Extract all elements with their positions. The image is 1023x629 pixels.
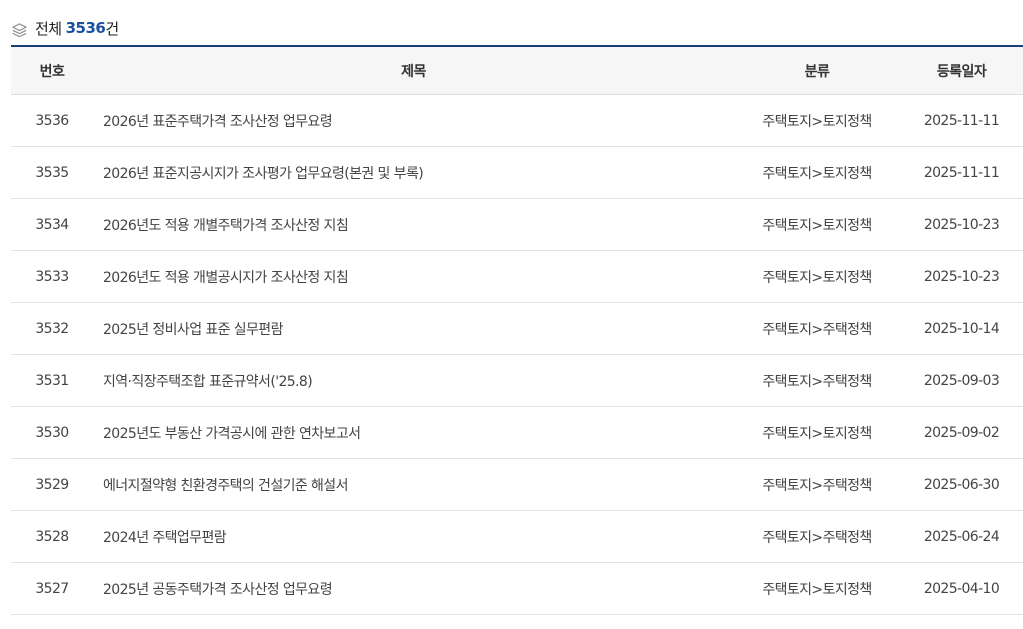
row-title-cell: 2025년도 부동산 가격공시에 관한 연차보고서: [93, 406, 734, 459]
table-header-row: 번호 제목 분류 등록일자: [11, 46, 1023, 95]
row-no: 3532: [11, 302, 93, 355]
total-count: 3536: [65, 19, 106, 37]
row-category: 주택토지>토지정책: [734, 562, 900, 615]
row-title-link[interactable]: 에너지절약형 친환경주택의 건설기준 해설서: [103, 478, 348, 494]
row-date: 2025-09-03: [900, 354, 1023, 407]
row-title-cell: 에너지절약형 친환경주택의 건설기준 해설서: [93, 458, 734, 511]
row-title-cell: 2026년 표준지공시지가 조사평가 업무요령(본권 및 부록): [93, 146, 734, 199]
table-row: 3529 에너지절약형 친환경주택의 건설기준 해설서 주택토지>주택정책 20…: [11, 458, 1023, 511]
row-date: 2025-09-02: [900, 406, 1023, 459]
row-category: 주택토지>토지정책: [734, 198, 900, 251]
row-title-link[interactable]: 지역·직장주택조합 표준규약서('25.8): [103, 374, 313, 390]
row-category: 주택토지>주택정책: [734, 354, 900, 407]
row-title-cell: 2025년 정비사업 표준 실무편람: [93, 302, 734, 355]
row-title-link[interactable]: 2025년도 부동산 가격공시에 관한 연차보고서: [103, 426, 361, 442]
table-row: 3535 2026년 표준지공시지가 조사평가 업무요령(본권 및 부록) 주택…: [11, 146, 1023, 199]
row-no: 3534: [11, 198, 93, 251]
row-no: 3535: [11, 146, 93, 199]
table-row: 3534 2026년도 적용 개별주택가격 조사산정 지침 주택토지>토지정책 …: [11, 198, 1023, 251]
row-no: 3529: [11, 458, 93, 511]
row-title-cell: 지역·직장주택조합 표준규약서('25.8): [93, 354, 734, 407]
row-title-link[interactable]: 2026년도 적용 개별공시지가 조사산정 지침: [103, 270, 349, 286]
total-count-bar: 전체 3536 건: [11, 14, 119, 42]
row-date: 2025-10-14: [900, 302, 1023, 355]
row-date: 2025-06-30: [900, 458, 1023, 511]
header-date: 등록일자: [900, 46, 1023, 95]
table-row: 3531 지역·직장주택조합 표준규약서('25.8) 주택토지>주택정책 20…: [11, 354, 1023, 407]
row-no: 3533: [11, 250, 93, 303]
row-category: 주택토지>토지정책: [734, 250, 900, 303]
row-category: 주택토지>토지정책: [734, 146, 900, 199]
table-row: 3527 2025년 공동주택가격 조사산정 업무요령 주택토지>토지정책 20…: [11, 562, 1023, 615]
header-no: 번호: [11, 46, 93, 95]
row-date: 2025-11-11: [900, 146, 1023, 199]
layers-icon: [12, 22, 27, 37]
row-date: 2025-11-11: [900, 94, 1023, 147]
row-category: 주택토지>주택정책: [734, 458, 900, 511]
row-title-link[interactable]: 2026년도 적용 개별주택가격 조사산정 지침: [103, 218, 349, 234]
board-list: 전체 3536 건 번호 제목 분류 등록일자 3536 2026년 표준주택가…: [0, 0, 1023, 629]
header-title: 제목: [93, 46, 734, 95]
total-label: 전체: [35, 19, 62, 38]
row-no: 3531: [11, 354, 93, 407]
row-date: 2025-04-10: [900, 562, 1023, 615]
row-title-link[interactable]: 2025년 공동주택가격 조사산정 업무요령: [103, 582, 333, 598]
table-row: 3530 2025년도 부동산 가격공시에 관한 연차보고서 주택토지>토지정책…: [11, 406, 1023, 459]
row-no: 3530: [11, 406, 93, 459]
row-title-cell: 2026년 표준주택가격 조사산정 업무요령: [93, 94, 734, 147]
row-title-link[interactable]: 2024년 주택업무편람: [103, 530, 227, 546]
row-title-cell: 2025년 공동주택가격 조사산정 업무요령: [93, 562, 734, 615]
row-title-link[interactable]: 2025년 정비사업 표준 실무편람: [103, 322, 283, 338]
row-title-link[interactable]: 2026년 표준주택가격 조사산정 업무요령: [103, 114, 333, 130]
row-date: 2025-06-24: [900, 510, 1023, 563]
total-unit: 건: [105, 19, 119, 38]
row-no: 3528: [11, 510, 93, 563]
table-row: 3532 2025년 정비사업 표준 실무편람 주택토지>주택정책 2025-1…: [11, 302, 1023, 355]
row-category: 주택토지>주택정책: [734, 510, 900, 563]
table-row: 3528 2024년 주택업무편람 주택토지>주택정책 2025-06-24: [11, 510, 1023, 563]
row-date: 2025-10-23: [900, 198, 1023, 251]
table-row: 3536 2026년 표준주택가격 조사산정 업무요령 주택토지>토지정책 20…: [11, 94, 1023, 147]
row-category: 주택토지>토지정책: [734, 94, 900, 147]
row-title-cell: 2026년도 적용 개별주택가격 조사산정 지침: [93, 198, 734, 251]
row-title-cell: 2024년 주택업무편람: [93, 510, 734, 563]
post-table: 번호 제목 분류 등록일자 3536 2026년 표준주택가격 조사산정 업무요…: [11, 45, 1023, 615]
row-no: 3527: [11, 562, 93, 615]
row-title-link[interactable]: 2026년 표준지공시지가 조사평가 업무요령(본권 및 부록): [103, 166, 424, 182]
row-category: 주택토지>토지정책: [734, 406, 900, 459]
row-no: 3536: [11, 94, 93, 147]
table-row: 3533 2026년도 적용 개별공시지가 조사산정 지침 주택토지>토지정책 …: [11, 250, 1023, 303]
row-category: 주택토지>주택정책: [734, 302, 900, 355]
row-date: 2025-10-23: [900, 250, 1023, 303]
header-category: 분류: [734, 46, 900, 95]
row-title-cell: 2026년도 적용 개별공시지가 조사산정 지침: [93, 250, 734, 303]
